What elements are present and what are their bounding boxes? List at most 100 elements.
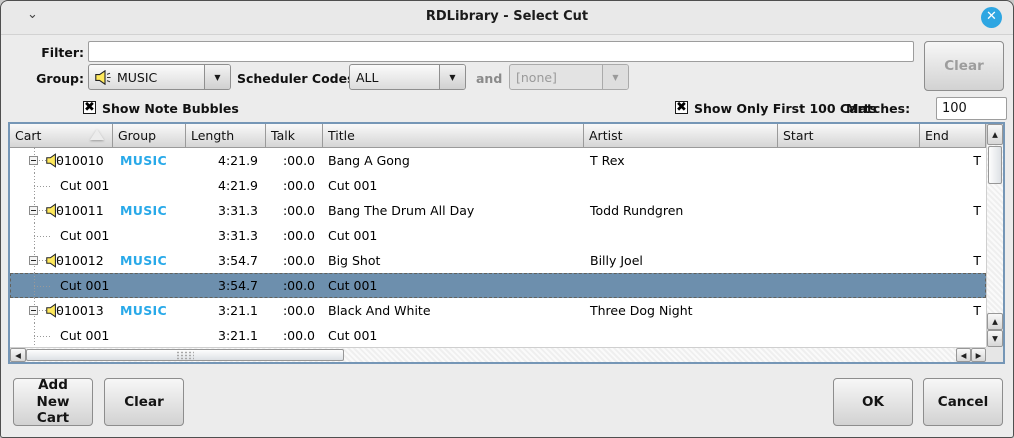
scheduler-codes-label: Scheduler Codes: [237, 71, 360, 86]
cell-start [778, 173, 920, 198]
group-select[interactable]: MUSIC ▼ [88, 64, 231, 90]
column-header-group[interactable]: Group [113, 124, 186, 148]
tree-line [34, 336, 52, 337]
cell-talk: :00.0 [266, 148, 323, 173]
vertical-scroll-track[interactable] [987, 185, 1003, 313]
scroll-left-button-2[interactable]: ◀ [956, 348, 971, 362]
cell-group: MUSIC [113, 248, 186, 273]
tree-line [34, 273, 35, 286]
filter-input[interactable] [88, 41, 914, 62]
scroll-down-button[interactable]: ▼ [987, 330, 1003, 347]
filter-clear-button[interactable]: Clear [924, 41, 1004, 91]
horizontal-scrollbar[interactable]: ◀ ◀ ▶ [10, 347, 986, 362]
select-cut-dialog: ⌄ RDLibrary - Select Cut ✕ Filter: Clear… [0, 0, 1014, 438]
cell-cart: 010010 [10, 148, 113, 173]
cell-artist: Todd Rundgren [584, 198, 778, 223]
cell-title: Bang A Gong [323, 148, 584, 173]
group-badge: MUSIC [113, 153, 167, 168]
titlebar[interactable]: ⌄ RDLibrary - Select Cut ✕ [1, 1, 1013, 35]
cell-length: 3:54.7 [186, 273, 266, 298]
cell-group [113, 323, 186, 347]
group-badge: MUSIC [113, 253, 167, 268]
column-header-end[interactable]: End [920, 124, 986, 148]
scroll-right-button[interactable]: ▶ [971, 348, 986, 362]
cell-artist: Three Dog Night [584, 298, 778, 323]
cell-cart: 010011 [10, 198, 113, 223]
and-label: and [476, 71, 502, 86]
cut-row[interactable]: Cut 0014:21.9:00.0Cut 001 [10, 173, 986, 198]
cell-end: T [920, 298, 986, 323]
chevron-down-icon: ▼ [602, 65, 628, 89]
cut-name: Cut 001 [10, 278, 109, 293]
tree-line [34, 236, 52, 237]
speaker-icon [95, 70, 112, 85]
column-header-length[interactable]: Length [186, 124, 266, 148]
column-header-talk[interactable]: Talk [266, 124, 323, 148]
vertical-scroll-thumb[interactable] [988, 146, 1002, 184]
cell-group: MUSIC [113, 198, 186, 223]
cell-group [113, 223, 186, 248]
sort-ascending-icon [90, 129, 104, 140]
scheduler-codes-select[interactable]: ALL ▼ [349, 64, 466, 90]
horizontal-scroll-thumb[interactable] [26, 349, 344, 361]
cell-length: 4:21.9 [186, 148, 266, 173]
tree-line [34, 286, 52, 287]
chevron-down-icon: ▼ [439, 65, 465, 89]
column-header-artist[interactable]: Artist [584, 124, 778, 148]
cart-row[interactable]: 010010MUSIC4:21.9:00.0Bang A GongT RexT [10, 148, 986, 173]
cut-name: Cut 001 [10, 328, 109, 343]
cart-row[interactable]: 010013MUSIC3:21.1:00.0Black And WhiteThr… [10, 298, 986, 323]
horizontal-scroll-track[interactable] [344, 348, 956, 362]
scroll-left-button[interactable]: ◀ [10, 348, 26, 362]
cart-row[interactable]: 010011MUSIC3:31.3:00.0Bang The Drum All … [10, 198, 986, 223]
group-label: Group: [21, 71, 84, 86]
cell-title: Cut 001 [323, 273, 584, 298]
scrollbar-corner [986, 347, 1003, 362]
cell-artist [584, 173, 778, 198]
chevron-down-icon: ▼ [204, 65, 230, 89]
cell-group: MUSIC [113, 148, 186, 173]
second-code-select: [none] ▼ [509, 64, 629, 90]
collapse-expander-icon[interactable] [29, 256, 38, 265]
cart-row[interactable]: 010012MUSIC3:54.7:00.0Big ShotBilly Joel… [10, 248, 986, 273]
cell-talk: :00.0 [266, 298, 323, 323]
cut-row[interactable]: Cut 0013:21.1:00.0Cut 001 [10, 323, 986, 347]
collapse-expander-icon[interactable] [29, 306, 38, 315]
cell-length: 3:21.1 [186, 298, 266, 323]
scroll-up-button[interactable]: ▲ [987, 124, 1003, 145]
cut-row[interactable]: Cut 0013:31.3:00.0Cut 001 [10, 223, 986, 248]
clear-button[interactable]: Clear [104, 378, 184, 426]
cell-group [113, 273, 186, 298]
cut-name: Cut 001 [10, 178, 109, 193]
cell-end: T [920, 248, 986, 273]
group-badge: MUSIC [113, 303, 167, 318]
show-first-100-checkbox[interactable]: ✖ [675, 101, 688, 114]
cut-row[interactable]: Cut 0013:54.7:00.0Cut 001 [10, 273, 986, 298]
cell-cart: Cut 001 [10, 173, 113, 198]
cell-cart: Cut 001 [10, 323, 113, 347]
show-note-bubbles-checkbox[interactable]: ✖ [83, 101, 96, 114]
scroll-up-button-2[interactable]: ▲ [987, 313, 1003, 330]
thumb-grip [176, 351, 194, 360]
cut-name: Cut 001 [10, 228, 109, 243]
column-header-cart[interactable]: Cart [10, 124, 113, 148]
group-select-value: MUSIC [117, 70, 157, 85]
cell-title: Cut 001 [323, 323, 584, 347]
tree-line [34, 323, 35, 336]
cell-end [920, 273, 986, 298]
column-header-title[interactable]: Title [323, 124, 584, 148]
collapse-expander-icon[interactable] [29, 156, 38, 165]
window-title: RDLibrary - Select Cut [1, 9, 1013, 24]
cell-talk: :00.0 [266, 273, 323, 298]
cell-start [778, 248, 920, 273]
close-button[interactable]: ✕ [981, 7, 1002, 28]
column-header-start[interactable]: Start [778, 124, 920, 148]
vertical-scrollbar[interactable]: ▲ ▲ ▼ [986, 124, 1003, 347]
cell-length: 4:21.9 [186, 173, 266, 198]
cancel-button[interactable]: Cancel [923, 378, 1003, 426]
add-new-cart-button[interactable]: Add New Cart [13, 378, 93, 426]
cell-length: 3:31.3 [186, 223, 266, 248]
ok-button[interactable]: OK [833, 378, 913, 426]
collapse-expander-icon[interactable] [29, 206, 38, 215]
matches-input[interactable] [936, 97, 1007, 120]
